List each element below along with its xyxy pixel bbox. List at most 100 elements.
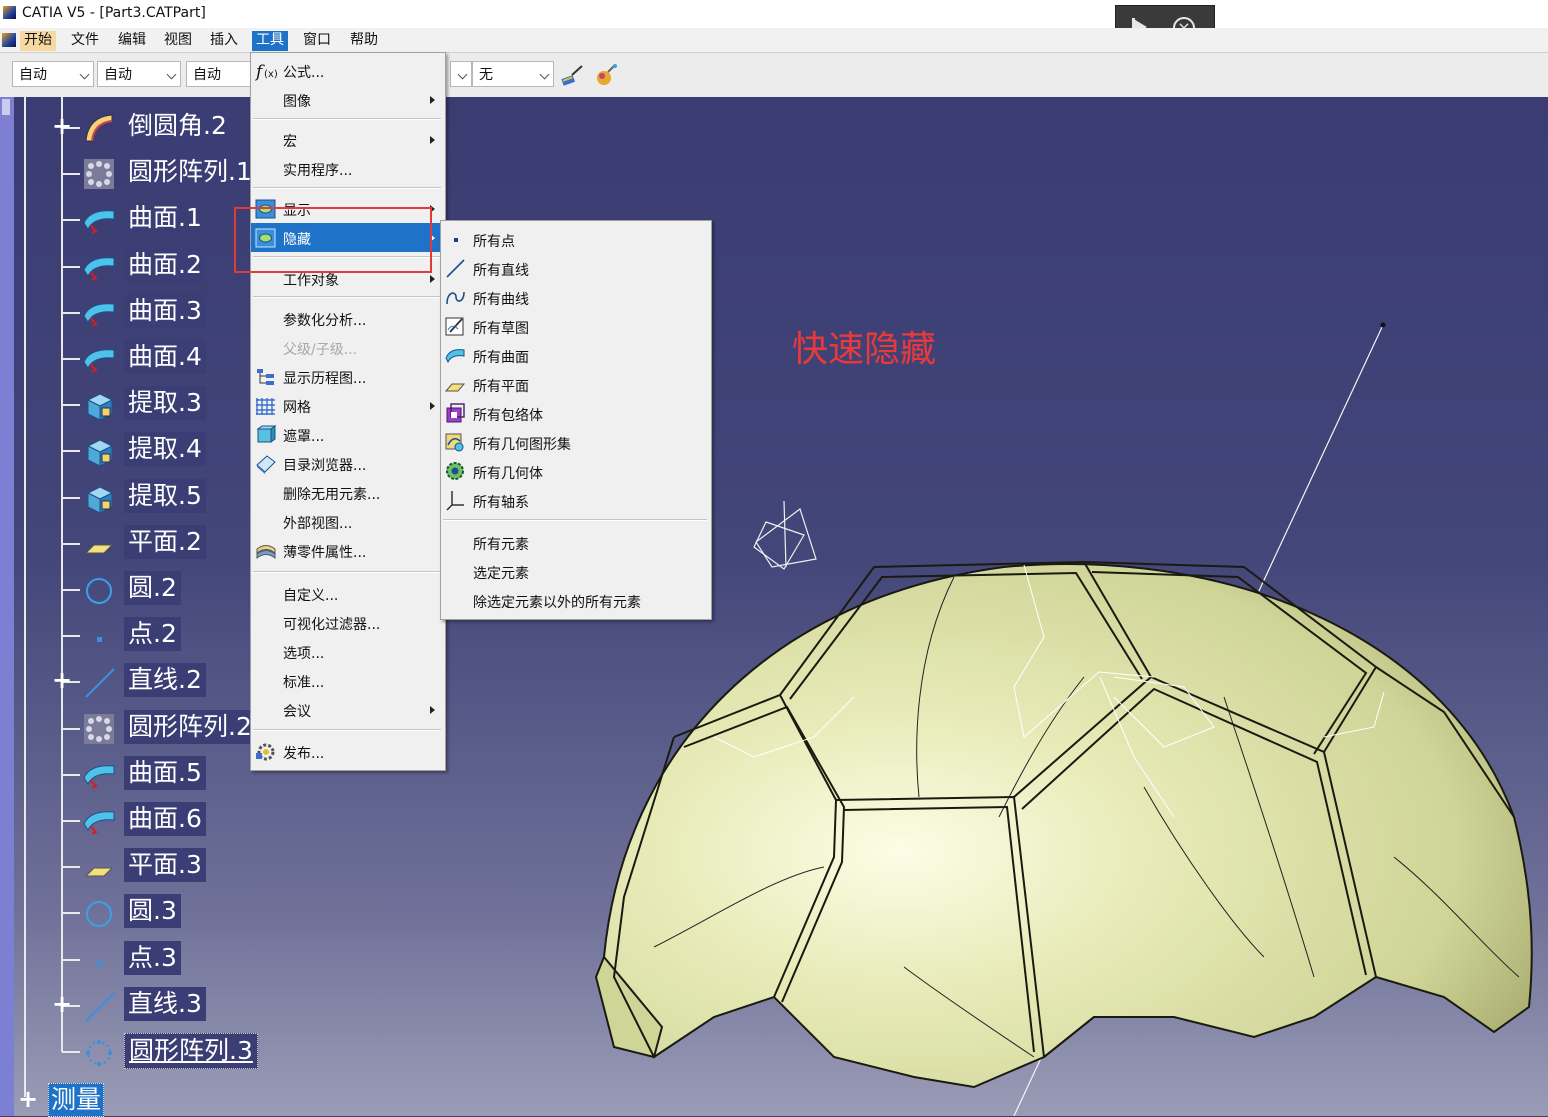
menu-bar: 开始 文件 编辑 视图 插入 工具 窗口 帮助 [0, 28, 1548, 53]
menu-start[interactable]: 开始 [20, 31, 56, 51]
menu-item-external-view[interactable]: 外部视图... [251, 507, 445, 536]
tree-connector [62, 727, 80, 730]
plane-icon [84, 544, 114, 554]
tree-connector [62, 635, 80, 638]
submenu-item-all-points[interactable]: 所有点 [441, 224, 711, 253]
tree-connector [62, 450, 80, 453]
chevron-down-icon [539, 69, 550, 80]
title-bar: CATIA V5 - [Part3.CATPart] [0, 0, 1548, 28]
line-icon [446, 259, 465, 278]
publish-icon [256, 743, 275, 761]
submenu-item-selected-elements[interactable]: 选定元素 [441, 556, 711, 585]
circular-pattern-icon [84, 713, 114, 744]
plane-gizmo-icon [753, 500, 817, 570]
tree-item-label: 曲面.2 [124, 247, 206, 282]
menu-item-customize[interactable]: 自定义... [251, 579, 445, 608]
submenu-item-all-geometrical-sets[interactable]: 所有几何图形集 [441, 427, 711, 456]
tree-item-label: 圆.3 [124, 894, 181, 929]
line-weight-combo[interactable]: 自动 [186, 61, 256, 87]
tree-connector [62, 866, 80, 869]
menu-item-options[interactable]: 选项... [251, 637, 445, 666]
combo-value: 自动 [19, 67, 47, 83]
submenu-item-all-planes[interactable]: 所有平面 [441, 369, 711, 398]
menu-item-conference[interactable]: 会议 [251, 695, 445, 724]
surface-icon [83, 349, 115, 373]
combo-value: 自动 [193, 67, 221, 83]
submenu-item-all-except-selected[interactable]: 除选定元素以外的所有元素 [441, 585, 711, 614]
scrollbar-thumb[interactable] [2, 99, 10, 115]
menu-item-grid[interactable]: 网格 [251, 391, 445, 420]
menu-item-mask[interactable]: 遮罩... [251, 420, 445, 449]
extract-icon [86, 486, 114, 514]
tree-connector [62, 311, 80, 314]
expand-plus-icon[interactable]: + [52, 668, 72, 692]
line-type-combo[interactable]: 自动 [97, 61, 181, 87]
fill-color-combo[interactable]: 自动 [12, 61, 94, 87]
point-icon [454, 238, 458, 242]
mask-icon [256, 425, 277, 443]
partial-combo[interactable] [450, 61, 472, 87]
menu-file[interactable]: 文件 [67, 31, 103, 51]
submenu-item-all-axis-systems[interactable]: 所有轴系 [441, 485, 711, 514]
menu-item-parents-children[interactable]: 父级/子级... [251, 333, 445, 362]
tree-connector [62, 912, 80, 915]
tree-item-label: 点.2 [124, 617, 181, 652]
magic-wand-icon[interactable] [594, 63, 618, 87]
menu-help[interactable]: 帮助 [346, 31, 382, 51]
tree-item-label: 曲面.4 [124, 340, 206, 374]
menu-item-macro[interactable]: 宏 [251, 125, 445, 154]
menu-insert[interactable]: 插入 [206, 31, 242, 51]
paintbrush-icon[interactable] [560, 63, 584, 87]
menu-window[interactable]: 窗口 [299, 31, 335, 51]
submenu-item-all-surfaces[interactable]: 所有曲面 [441, 340, 711, 369]
tree-connector [62, 496, 80, 499]
menu-item-visualization-filter[interactable]: 可视化过滤器... [251, 608, 445, 637]
menu-item-parameterization-analysis[interactable]: 参数化分析... [251, 304, 445, 333]
surface-icon [83, 765, 115, 789]
tree-connector [62, 542, 80, 545]
menu-separator [253, 118, 441, 120]
menu-edit[interactable]: 编辑 [114, 31, 150, 51]
submenu-item-all-sketches[interactable]: 所有草图 [441, 311, 711, 340]
menu-item-thin-part[interactable]: 薄零件属性... [251, 536, 445, 565]
tree-item-measure[interactable]: 测量 [48, 1083, 105, 1117]
point-icon [97, 637, 102, 643]
submenu-item-all-bodies[interactable]: 所有几何体 [441, 456, 711, 485]
layer-combo[interactable]: 无 [472, 61, 554, 87]
menu-item-utility[interactable]: 实用程序... [251, 154, 445, 183]
menu-item-delete-useless[interactable]: 删除无用元素... [251, 478, 445, 507]
point-icon [97, 960, 102, 966]
tree-item-label: 曲面.5 [124, 755, 206, 790]
body-icon [446, 462, 464, 480]
catalog-icon [256, 455, 276, 474]
submenu-item-all-volumes[interactable]: 所有包络体 [441, 398, 711, 427]
menu-view[interactable]: 视图 [160, 31, 196, 51]
submenu-item-all-curves[interactable]: 所有曲线 [441, 282, 711, 311]
menu-item-catalog-browser[interactable]: 目录浏览器... [251, 449, 445, 478]
left-scrollbar[interactable] [0, 97, 14, 1116]
menu-item-image[interactable]: 图像 [251, 85, 445, 114]
submenu-item-all-lines[interactable]: 所有直线 [441, 253, 711, 282]
annotation-text: 快速隐藏 [792, 329, 937, 370]
expand-plus-icon[interactable]: + [52, 992, 72, 1016]
menu-separator [443, 519, 707, 521]
circular-pattern-icon [86, 1040, 112, 1066]
expand-plus-icon[interactable]: + [52, 114, 72, 138]
tree-item-label: 平面.3 [124, 848, 206, 883]
plane-icon [444, 383, 466, 392]
menu-item-standards[interactable]: 标准... [251, 666, 445, 695]
menu-item-historical-graph[interactable]: 显示历程图... [251, 362, 445, 391]
menu-item-formula[interactable]: f (x) 公式... [251, 56, 445, 85]
formula-icon: f (x) [255, 62, 277, 82]
menu-tools[interactable]: 工具 [252, 31, 288, 51]
app-menu-icon[interactable] [2, 33, 16, 47]
line-icon [85, 992, 115, 1022]
menu-item-publish[interactable]: 发布... [251, 737, 445, 766]
soccer-dome-model [594, 560, 1533, 1089]
tree-item-label: 倒圆角.2 [124, 109, 231, 143]
submenu-item-all-elements[interactable]: 所有元素 [441, 527, 711, 556]
plane-icon [84, 867, 114, 877]
window-title: CATIA V5 - [Part3.CATPart] [22, 5, 206, 21]
line-icon [85, 668, 115, 699]
expand-plus-icon[interactable]: + [18, 1087, 38, 1111]
